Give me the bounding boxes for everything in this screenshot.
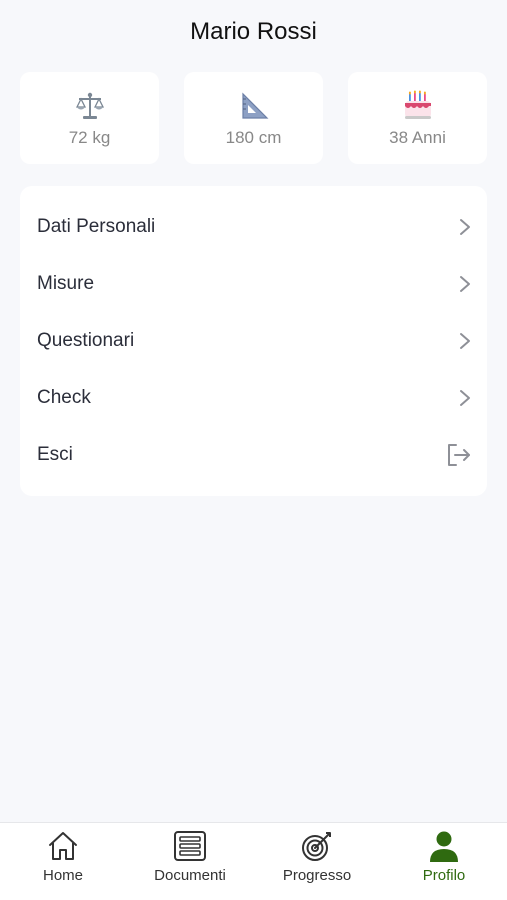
tab-label: Home [42,867,83,884]
tab-progresso[interactable]: Progresso [254,823,380,900]
home-icon [49,832,77,860]
menu-item-label: Esci [37,443,73,465]
tab-label: Profilo [422,867,466,884]
chevron-right-icon [460,218,470,235]
documents-icon [174,831,206,861]
chevron-right-icon [460,332,470,349]
stats-row: 72 kg 180 cm 38 Anni [20,72,487,164]
menu-item-label: Check [37,386,91,408]
menu-item-check[interactable]: Check [20,369,487,426]
menu-item-questionari[interactable]: Questionari [20,312,487,369]
tab-label: Progresso [282,867,352,884]
birthday-cake-icon [404,90,431,119]
menu-item-dati-personali[interactable]: Dati Personali [20,198,487,255]
menu-item-label: Questionari [37,329,135,351]
scale-icon [75,92,104,119]
set-square-ruler-icon [241,92,268,119]
tab-label: Documenti [154,867,226,884]
chevron-right-icon [460,389,470,406]
tab-documenti[interactable]: Documenti [127,823,253,900]
profile-menu: Dati Personali Misure Questionari Check … [20,186,487,496]
profile-screen: Mario Rossi 72 kg 180 cm 38 Anni Dati Pe… [0,0,507,900]
bottom-tab-bar: Home Documenti Progresso Profilo [0,822,507,900]
stat-height-card: 180 cm [184,72,323,164]
menu-item-esci[interactable]: Esci [20,426,487,483]
menu-item-label: Dati Personali [37,215,156,237]
logout-icon [448,443,470,466]
stat-age-card: 38 Anni [348,72,487,164]
menu-item-label: Misure [37,272,95,294]
chevron-right-icon [460,275,470,292]
stat-age-label: 38 Anni [389,128,446,147]
target-icon [302,832,331,861]
menu-item-misure[interactable]: Misure [20,255,487,312]
user-icon [430,831,458,862]
stat-height-label: 180 cm [225,128,282,147]
stat-weight-card: 72 kg [20,72,159,164]
stat-weight-label: 72 kg [68,128,111,147]
page-title: Mario Rossi [190,18,317,45]
tab-home[interactable]: Home [0,823,126,900]
tab-profilo[interactable]: Profilo [381,823,507,900]
